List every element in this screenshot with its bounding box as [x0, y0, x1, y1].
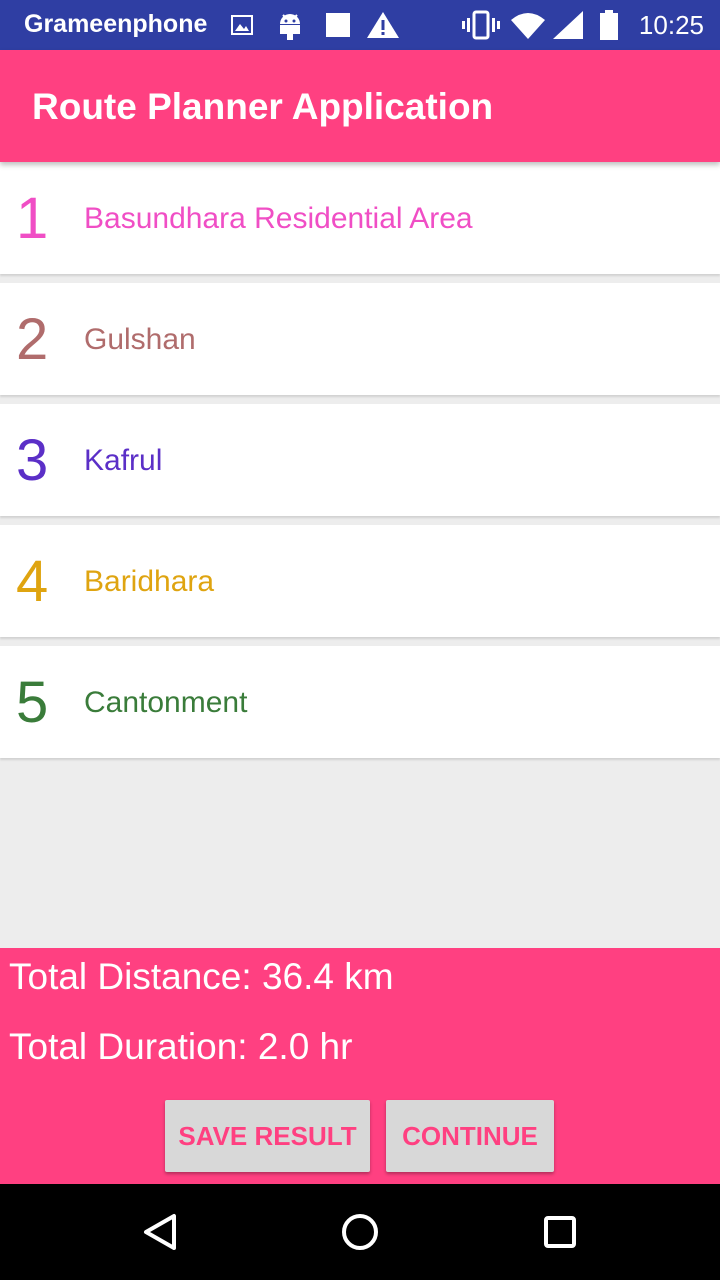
wifi-icon	[511, 13, 545, 39]
stop-number: 5	[16, 670, 49, 735]
android-icon	[280, 14, 300, 40]
vibrate-icon	[462, 10, 500, 40]
battery-icon	[600, 10, 618, 40]
stop-name: Gulshan	[84, 323, 196, 356]
save-result-button[interactable]: SAVE RESULT	[165, 1100, 370, 1172]
home-icon[interactable]	[330, 1202, 390, 1262]
route-stop-card[interactable]: 5 Cantonment	[0, 646, 720, 758]
app-bar: Route Planner Application	[0, 50, 720, 162]
continue-button[interactable]: CONTINUE	[386, 1100, 554, 1172]
total-duration: Total Duration: 2.0 hr	[9, 1026, 353, 1067]
stop-name: Kafrul	[84, 444, 163, 477]
total-distance: Total Distance: 36.4 km	[9, 956, 394, 997]
route-stop-card[interactable]: 1 Basundhara Residential Area	[0, 162, 720, 274]
warning-icon	[367, 12, 399, 38]
image-icon	[231, 15, 253, 35]
stop-number: 1	[16, 186, 49, 251]
status-bar: Grameenphone 10:25	[0, 0, 720, 50]
stop-name: Baridhara	[84, 565, 215, 598]
signal-icon	[553, 11, 583, 39]
back-icon[interactable]	[130, 1202, 190, 1262]
recents-icon[interactable]	[530, 1202, 590, 1262]
stop-name: Basundhara Residential Area	[84, 202, 473, 235]
route-summary-panel: Total Distance: 36.4 km Total Duration: …	[0, 948, 720, 1184]
square-notification-icon	[326, 13, 350, 37]
app-title: Route Planner Application	[32, 86, 494, 127]
stop-name: Cantonment	[84, 686, 248, 719]
route-stop-card[interactable]: 4 Baridhara	[0, 525, 720, 637]
carrier-name: Grameenphone	[24, 10, 208, 38]
stop-number: 2	[16, 307, 49, 372]
stop-number: 3	[16, 428, 49, 493]
clock: 10:25	[638, 10, 704, 40]
route-stop-card[interactable]: 2 Gulshan	[0, 283, 720, 395]
stop-number: 4	[16, 549, 49, 614]
route-stop-card[interactable]: 3 Kafrul	[0, 404, 720, 516]
system-nav-bar	[0, 1184, 720, 1280]
